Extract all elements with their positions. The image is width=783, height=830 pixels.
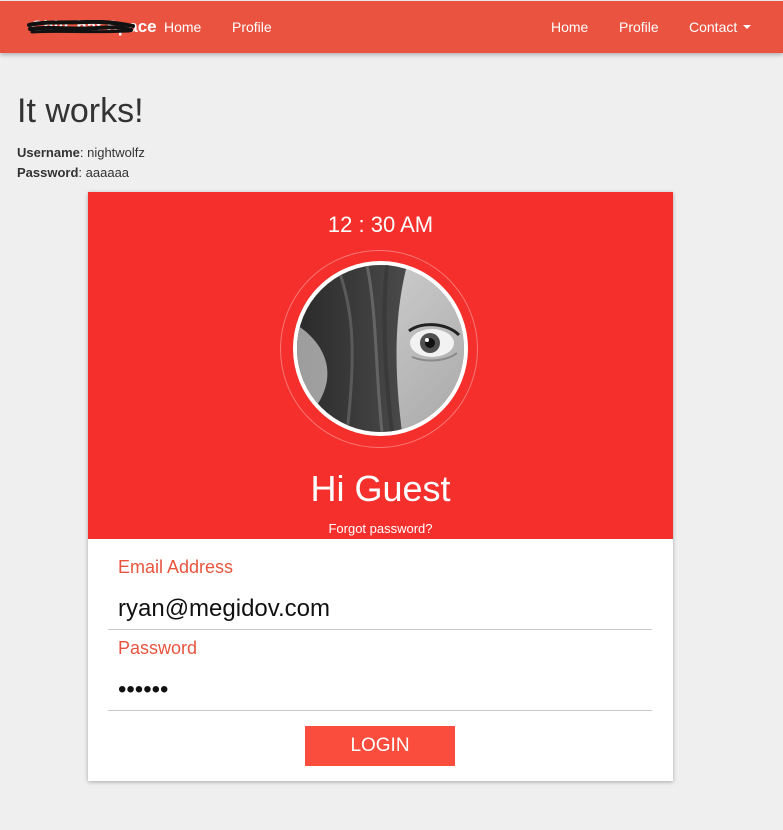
forgot-password-link[interactable]: Forgot password? [88,521,673,536]
email-label: Email Address [118,557,234,577]
nav-profile-right[interactable]: Profile [619,19,659,35]
password-info-value: : aaaaaa [78,165,130,180]
email-field[interactable] [108,588,652,630]
top-navbar: ChitChat Space Home Profile Home Profile… [0,1,783,53]
nav-home-left[interactable]: Home [164,19,201,35]
password-line: Password: aaaaaa [17,165,129,180]
nav-contact-dropdown[interactable]: Contact [689,19,752,35]
page-heading: It works! [17,92,144,130]
nav-home-right[interactable]: Home [551,19,588,35]
login-button[interactable]: LOGIN [305,726,455,766]
brand-logo[interactable]: ChitChat Space [27,16,157,38]
password-field[interactable] [108,669,652,711]
username-value: : nightwolfz [79,145,145,160]
nav-contact-label: Contact [689,19,738,35]
avatar-photo [297,265,464,432]
password-info-label: Password [17,165,79,180]
greeting-text: Hi Guest [310,468,451,509]
redaction-scribble [27,20,135,34]
clock-display: 12 : 30 AM [327,212,434,237]
nav-profile-left[interactable]: Profile [232,19,272,35]
avatar [293,261,468,436]
username-line: Username: nightwolfz [17,145,145,160]
card-header: 12 : 30 AM Hi Guest Forgot password? [88,192,673,539]
username-label: Username [17,145,80,160]
caret-down-icon [743,25,752,30]
password-label: Password [118,638,198,658]
login-card: 12 : 30 AM Hi Guest Forgot password? Ema… [88,192,673,781]
